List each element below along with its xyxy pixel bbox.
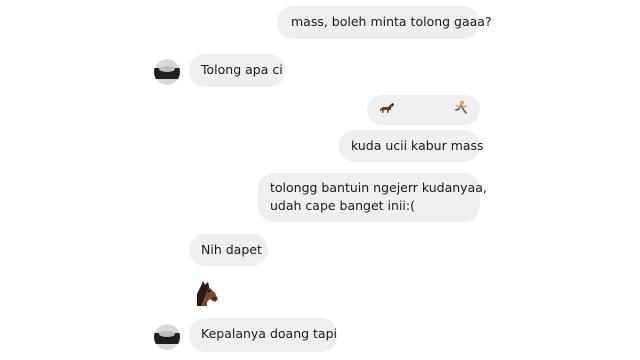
message-text: Tolong apa ci (201, 62, 283, 77)
sent-message[interactable]: mass, boleh minta tolong gaaa? (277, 6, 492, 39)
received-message[interactable]: Nih dapet (189, 234, 268, 266)
received-message[interactable]: Kepalanya doang tapi (189, 318, 337, 352)
avatar-image (154, 324, 180, 350)
horse-face-icon (191, 281, 221, 312)
contact-avatar[interactable] (154, 59, 180, 85)
contact-avatar[interactable] (154, 324, 180, 350)
message-text: kuda ucii kabur mass (351, 138, 484, 153)
sent-message[interactable]: kuda ucii kabur mass (339, 130, 484, 162)
message-text-line-1: tolongg bantuin ngejerr kudanyaa, (270, 180, 487, 195)
message-text: Kepalanya doang tapi (201, 326, 337, 341)
chat-thread: mass, boleh minta tolong gaaa? Tolong ap… (0, 0, 640, 360)
avatar-image (154, 59, 180, 85)
running-person-icon (454, 100, 468, 120)
received-emoji-message[interactable] (191, 278, 221, 308)
received-message[interactable]: Tolong apa ci (189, 54, 285, 87)
sent-emoji-message[interactable] (367, 95, 480, 125)
message-text: Nih dapet (201, 242, 262, 257)
sent-message[interactable]: tolongg bantuin ngejerr kudanyaa, udah c… (258, 173, 487, 222)
horse-icon (379, 101, 395, 120)
message-text: mass, boleh minta tolong gaaa? (291, 14, 492, 29)
message-text-line-2: udah cape banget inii:( (270, 198, 415, 213)
